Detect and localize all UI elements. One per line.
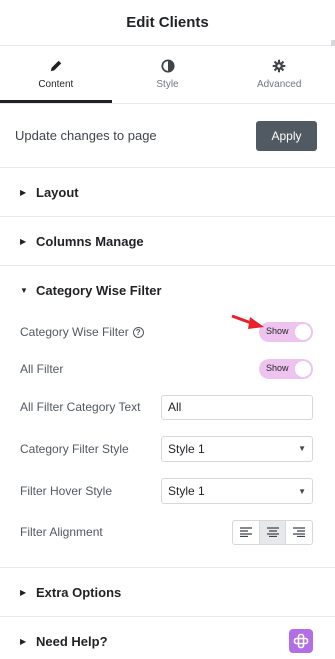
chevron-down-icon: ▼ [298,444,306,453]
panel-header: Edit Clients [0,0,335,46]
tab-style[interactable]: Style [112,46,224,103]
section-label: Layout [36,184,79,200]
section-label: Category Wise Filter [36,282,162,298]
align-left-icon [239,527,252,537]
chevron-down-icon: ▼ [298,486,306,496]
caret-right-icon: ▶ [20,587,27,597]
alignment-row: Filter Alignment [20,511,313,553]
category-style-label: Category Filter Style [20,441,129,456]
category-style-row: Category Filter Style Style 1 ▼ [20,426,313,471]
scrollbar[interactable] [331,40,335,46]
page-title: Edit Clients [126,14,209,31]
annotation-arrow-icon [231,314,264,329]
help-question-icon[interactable]: ? [132,326,144,338]
section-label: Columns Manage [36,233,144,249]
tab-label: Style [156,79,179,90]
category-style-select[interactable]: Style 1 ▼ [161,435,313,462]
hover-style-label: Filter Hover Style [20,484,113,498]
update-text: Update changes to page [15,128,157,143]
align-right-icon [293,527,306,537]
update-bar: Update changes to page Apply [0,104,335,168]
help-badge-icon[interactable] [289,629,313,653]
caret-right-icon: ▶ [20,187,27,197]
tab-label: Advanced [256,79,302,90]
category-filter-label: Category Wise Filter ? [20,325,144,339]
section-need-help[interactable]: ▶ Need Help? [0,617,335,659]
all-filter-text-input[interactable]: All [161,394,313,420]
category-filter-label-text: Category Wise Filter [20,325,129,339]
align-center-icon [266,527,279,537]
tab-content[interactable]: Content [0,46,112,103]
category-filter-controls: Category Wise Filter ? Show All Filter S… [0,314,335,568]
toggle-label: Show [266,363,289,373]
section-layout[interactable]: ▶ Layout [0,168,335,217]
all-filter-text-label: All Filter Category Text [20,400,141,414]
plugin-logo-icon [293,633,309,649]
align-right-button[interactable] [286,521,312,544]
all-filter-row: All Filter Show [20,350,313,388]
align-left-button[interactable] [233,520,260,544]
caret-right-icon: ▶ [20,236,27,246]
toggle-knob [295,361,311,377]
toggle-label: Show [266,326,289,336]
category-filter-row: Category Wise Filter ? Show [20,314,313,350]
section-extra-options[interactable]: ▶ Extra Options [0,568,335,617]
all-filter-toggle[interactable]: Show [259,359,313,379]
tab-advanced[interactable]: Advanced [223,46,335,103]
gear-icon [272,59,286,73]
alignment-button-group [232,519,313,545]
alignment-label: Filter Alignment [20,525,103,539]
select-value: Style 1 [168,441,205,456]
apply-button[interactable]: Apply [256,120,317,151]
section-label: Extra Options [36,584,122,600]
section-columns-manage[interactable]: ▶ Columns Manage [0,217,335,266]
caret-down-icon: ▼ [20,285,28,295]
section-label: Need Help? [36,633,108,649]
hover-style-row: Filter Hover Style Style 1 ▼ [20,471,313,511]
all-filter-text-row: All Filter Category Text All [20,388,313,426]
tab-label: Content [38,79,74,90]
pencil-icon [50,60,62,72]
toggle-knob [295,324,311,340]
hover-style-select[interactable]: Style 1 ▼ [161,478,313,504]
select-value: Style 1 [168,484,205,498]
all-filter-label: All Filter [20,362,64,376]
category-filter-toggle[interactable]: Show [259,322,313,342]
align-center-button[interactable] [259,520,287,544]
half-circle-icon [160,59,175,73]
caret-right-icon: ▶ [20,636,27,646]
section-category-wise-filter[interactable]: ▼ Category Wise Filter [0,266,335,314]
panel-tabs: Content Style Advanced [0,46,335,104]
